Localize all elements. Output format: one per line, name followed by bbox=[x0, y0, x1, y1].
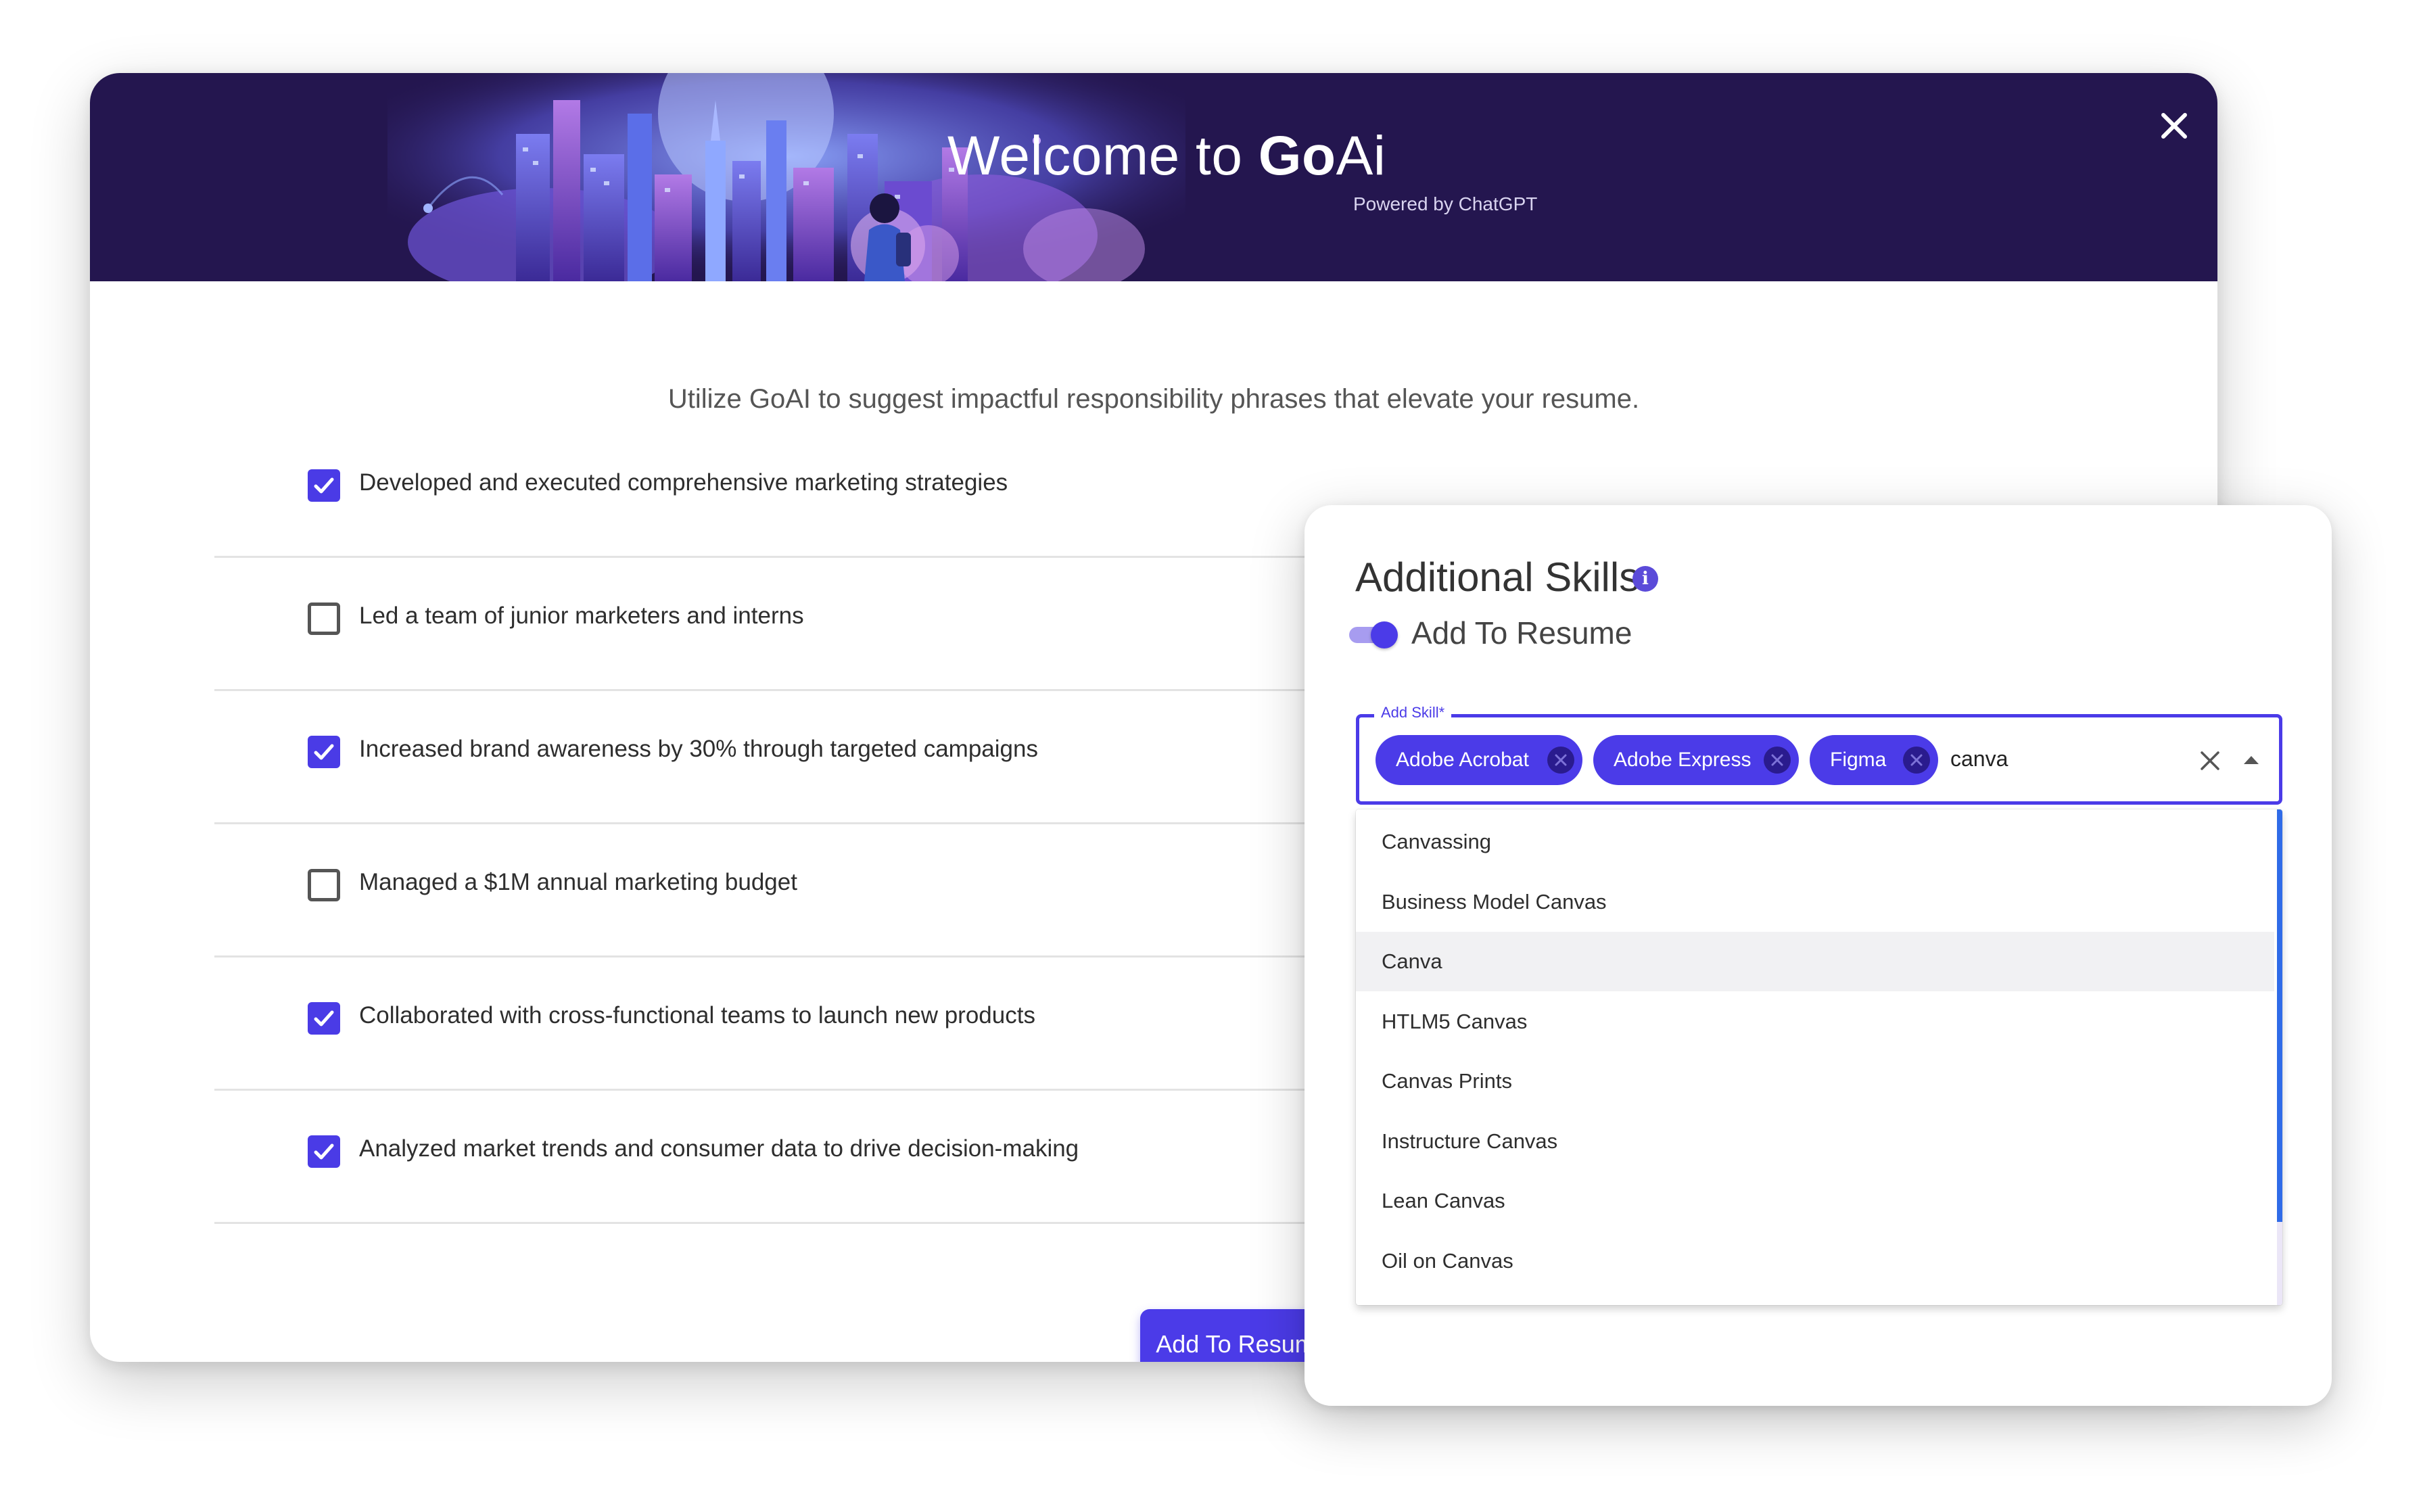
checkbox-checked[interactable] bbox=[308, 736, 340, 768]
skill-option[interactable]: HTLM5 Canvas bbox=[1356, 992, 2274, 1052]
add-skill-label: Add Skill* bbox=[1374, 704, 1452, 722]
toggle-knob bbox=[1371, 621, 1398, 648]
checkbox-checked[interactable] bbox=[308, 1135, 340, 1168]
skill-search-input[interactable] bbox=[1950, 742, 2153, 776]
skill-chip[interactable]: Adobe Acrobat bbox=[1376, 735, 1582, 785]
responsibility-text: Led a team of junior marketers and inter… bbox=[359, 603, 804, 629]
toggle-label: Add To Resume bbox=[1411, 615, 1632, 651]
checkbox-unchecked[interactable] bbox=[308, 869, 340, 901]
chip-label: Adobe Acrobat bbox=[1396, 749, 1529, 771]
skill-options-dropdown: Oil on Canvas Lean Canvas Instructure Canv… bbox=[1356, 809, 2282, 1305]
checkbox-checked[interactable] bbox=[308, 469, 340, 502]
intro-text: Utilize GoAI to suggest impactful respon… bbox=[667, 384, 1640, 414]
chip-remove-icon[interactable] bbox=[1903, 747, 1930, 774]
checkmark-icon bbox=[314, 1010, 334, 1026]
chip-remove-icon[interactable] bbox=[1547, 747, 1574, 774]
caret-up-icon[interactable] bbox=[2242, 755, 2260, 765]
responsibility-text: Analyzed market trends and consumer data… bbox=[359, 1135, 1079, 1162]
banner-title: Welcome to GoAi bbox=[947, 125, 1386, 187]
skill-option[interactable]: Business Model Canvas bbox=[1356, 872, 2274, 932]
checkmark-icon bbox=[314, 744, 334, 760]
skill-option[interactable]: Lean Canvas bbox=[1356, 1171, 2274, 1231]
chip-label: Figma bbox=[1830, 749, 1887, 771]
checkmark-icon bbox=[314, 1143, 334, 1160]
clear-icon[interactable] bbox=[2198, 749, 2222, 773]
checkmark-icon bbox=[314, 477, 334, 494]
responsibility-text: Increased brand awareness by 30% through… bbox=[359, 736, 1038, 762]
skill-chip[interactable]: Figma bbox=[1810, 735, 1938, 785]
info-icon[interactable]: i bbox=[1632, 566, 1658, 592]
add-to-resume-toggle[interactable] bbox=[1348, 621, 1399, 648]
skill-option[interactable]: Instructure Canvas bbox=[1356, 1112, 2274, 1171]
skill-option[interactable]: Canvas Prints bbox=[1356, 1052, 2274, 1111]
powered-by-label: Powered by ChatGPT bbox=[1353, 193, 1538, 214]
additional-skills-panel: Additional Skills i Add To Resume Add Sk… bbox=[1304, 505, 2332, 1406]
skill-chip[interactable]: Adobe Express bbox=[1593, 735, 1799, 785]
responsibility-text: Collaborated with cross-functional teams… bbox=[359, 1002, 1035, 1029]
chip-label: Adobe Express bbox=[1614, 749, 1752, 771]
add-skill-field[interactable]: Add Skill* Adobe Acrobat Adobe Express F… bbox=[1356, 704, 2282, 805]
chip-remove-icon[interactable] bbox=[1764, 747, 1791, 774]
responsibility-text: Managed a $1M annual marketing budget bbox=[359, 869, 797, 895]
checkbox-unchecked[interactable] bbox=[308, 603, 340, 635]
skill-option[interactable]: Canvassing bbox=[1356, 812, 2274, 872]
checkbox-checked[interactable] bbox=[308, 1002, 340, 1035]
skill-option[interactable]: Canva bbox=[1356, 932, 2274, 991]
skill-option[interactable]: Oil on Canvas bbox=[1356, 1231, 2274, 1291]
responsibility-text: Developed and executed comprehensive mar… bbox=[359, 469, 1008, 496]
skills-title: Additional Skills bbox=[1355, 554, 1640, 600]
close-button[interactable] bbox=[2150, 101, 2199, 150]
close-icon bbox=[2161, 113, 2187, 139]
scrollbar-thumb[interactable] bbox=[2277, 809, 2282, 1222]
welcome-banner: Welcome to GoAi Powered by ChatGPT bbox=[90, 73, 2217, 281]
